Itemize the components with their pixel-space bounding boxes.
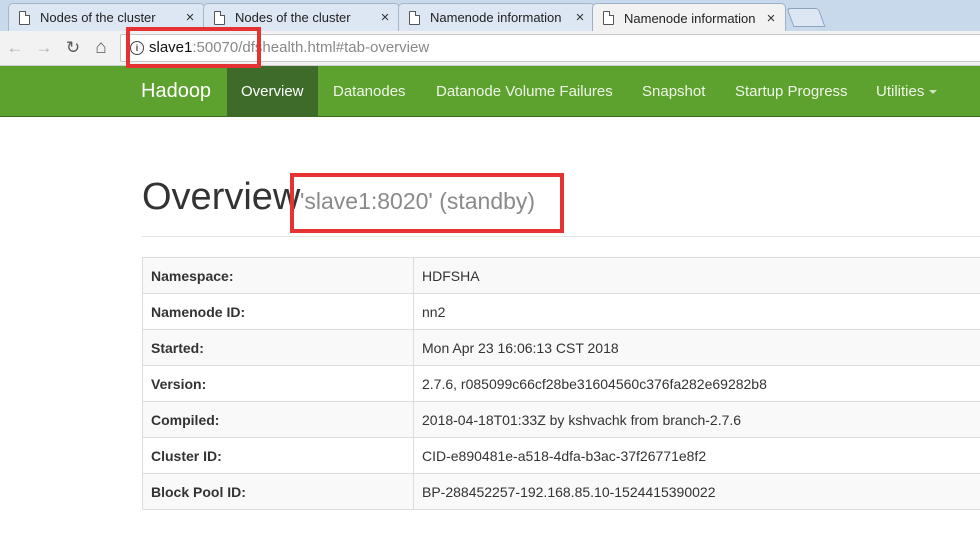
nav-overview[interactable]: Overview — [227, 66, 318, 117]
tab-title: Nodes of the cluster — [40, 10, 156, 25]
document-icon — [19, 10, 30, 25]
table-row: Namenode ID: nn2 — [142, 293, 980, 330]
row-key: Cluster ID: — [142, 437, 414, 474]
row-value: BP-288452257-192.168.85.10-1524415390022 — [413, 473, 980, 510]
status-highlight-box — [290, 173, 564, 233]
close-icon[interactable]: × — [182, 9, 198, 26]
caret-down-icon — [929, 90, 938, 95]
header-divider — [142, 236, 980, 237]
browser-tab-active[interactable]: Namenode information × — [592, 3, 786, 32]
table-row: Version: 2.7.6, r085099c66cf28be31604560… — [142, 365, 980, 402]
row-key: Block Pool ID: — [142, 473, 414, 510]
home-button[interactable]: ⌂ — [90, 37, 112, 59]
table-row: Cluster ID: CID-e890481e-a518-4dfa-b3ac-… — [142, 437, 980, 474]
nav-snapshot[interactable]: Snapshot — [642, 66, 705, 117]
row-value: 2.7.6, r085099c66cf28be31604560c376fa282… — [413, 365, 980, 402]
close-icon[interactable]: × — [572, 9, 588, 26]
table-row: Started: Mon Apr 23 16:06:13 CST 2018 — [142, 329, 980, 366]
reload-button[interactable]: ↻ — [62, 37, 84, 59]
tab-title: Namenode information — [430, 10, 562, 25]
table-row: Compiled: 2018-04-18T01:33Z by kshvachk … — [142, 401, 980, 438]
tab-title: Nodes of the cluster — [235, 10, 351, 25]
url-highlight-box — [126, 27, 261, 68]
browser-tab[interactable]: Namenode information × — [398, 3, 595, 31]
row-value: 2018-04-18T01:33Z by kshvachk from branc… — [413, 401, 980, 438]
table-row: Block Pool ID: BP-288452257-192.168.85.1… — [142, 473, 980, 510]
table-row: Namespace: HDFSHA — [142, 257, 980, 294]
document-icon — [603, 11, 614, 25]
nav-datanodes[interactable]: Datanodes — [333, 66, 406, 117]
brand-logo[interactable]: Hadoop — [141, 66, 211, 117]
close-icon[interactable]: × — [763, 10, 779, 27]
back-button[interactable]: ← — [4, 37, 26, 59]
nav-utilities[interactable]: Utilities — [876, 66, 938, 117]
close-icon[interactable]: × — [377, 9, 393, 26]
hadoop-navbar: Hadoop Overview Datanodes Datanode Volum… — [0, 66, 980, 117]
nav-startup-progress[interactable]: Startup Progress — [735, 66, 848, 117]
page-title: Overview — [142, 176, 301, 218]
tab-title: Namenode information — [624, 10, 756, 26]
row-value: nn2 — [413, 293, 980, 330]
row-value: Mon Apr 23 16:06:13 CST 2018 — [413, 329, 980, 366]
new-tab-button[interactable] — [786, 8, 826, 27]
row-value: CID-e890481e-a518-4dfa-b3ac-37f26771e8f2 — [413, 437, 980, 474]
row-key: Namenode ID: — [142, 293, 414, 330]
overview-table: Namespace: HDFSHA Namenode ID: nn2 Start… — [142, 257, 980, 510]
forward-button[interactable]: → — [33, 37, 55, 59]
row-key: Started: — [142, 329, 414, 366]
row-key: Namespace: — [142, 257, 414, 294]
nav-datanode-volume-failures[interactable]: Datanode Volume Failures — [436, 66, 613, 117]
row-key: Version: — [142, 365, 414, 402]
row-key: Compiled: — [142, 401, 414, 438]
document-icon — [409, 10, 420, 25]
document-icon — [214, 10, 225, 25]
nav-utilities-label: Utilities — [876, 83, 925, 100]
row-value: HDFSHA — [413, 257, 980, 294]
